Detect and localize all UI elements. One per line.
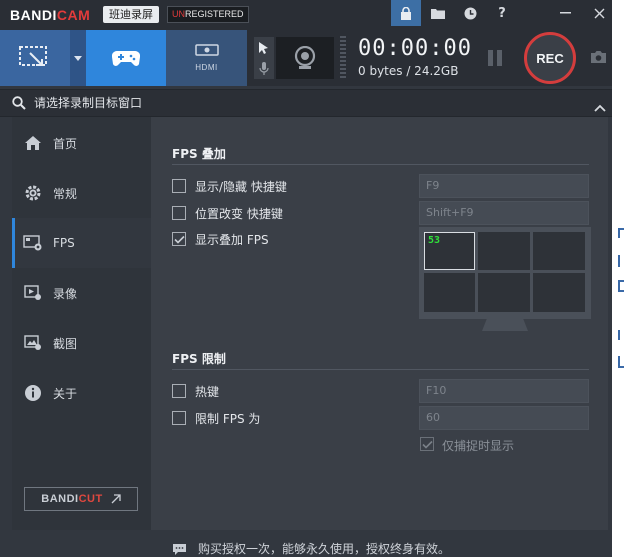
bandicut-button[interactable]: BANDI CUT: [24, 487, 138, 511]
mode-dropdown-button[interactable]: [70, 30, 86, 86]
position-hotkey-label: 位置改变 快捷键: [195, 207, 283, 221]
sidebar-item-general[interactable]: 常规: [12, 168, 151, 218]
monitor-stand: [482, 317, 528, 331]
chat-icon: [172, 541, 187, 560]
section-divider: [172, 164, 589, 165]
show-fps-checkbox[interactable]: [172, 232, 186, 246]
fps-position-bottom-center[interactable]: [478, 273, 530, 312]
toggle-hotkey-label: 显示/隐藏 快捷键: [195, 180, 287, 194]
limit-hotkey-field[interactable]: F10: [419, 379, 589, 403]
help-icon[interactable]: ?: [487, 0, 517, 26]
chevron-down-icon: [74, 55, 82, 61]
gamepad-icon: [112, 50, 140, 66]
background-window: [612, 0, 627, 557]
checkmark-icon: [421, 440, 433, 449]
search-icon: [12, 95, 26, 114]
microphone-button[interactable]: [254, 58, 274, 79]
background-text-fragment: [618, 280, 624, 292]
fps-counter: 53: [428, 235, 441, 246]
camera-icon: [591, 51, 606, 63]
section-divider: [172, 369, 589, 370]
sidebar-item-label: FPS: [53, 236, 75, 250]
hdmi-device-icon: [194, 44, 219, 56]
sidebar-item-fps[interactable]: FPS: [12, 218, 151, 268]
app-subtitle: 班迪录屏: [103, 6, 159, 23]
game-mode-button[interactable]: [86, 30, 166, 86]
position-hotkey-checkbox[interactable]: [172, 206, 186, 220]
checkmark-icon: [173, 235, 185, 244]
limit-fps-checkbox[interactable]: [172, 411, 186, 425]
chevron-up-icon[interactable]: [594, 97, 606, 116]
webcam-icon: [294, 46, 316, 69]
rec-button[interactable]: REC: [524, 32, 576, 84]
limit-fps-value-field[interactable]: 60: [419, 406, 589, 430]
sidebar-item-label: 首页: [53, 136, 78, 151]
fps-position-bottom-left[interactable]: [424, 273, 475, 312]
recording-timer: 00:00:00: [358, 36, 472, 61]
minimize-icon[interactable]: [550, 0, 580, 26]
sidebar-item-about[interactable]: 关于: [12, 368, 151, 418]
lock-icon[interactable]: [391, 0, 421, 26]
background-text-fragment: [618, 330, 624, 340]
gear-icon: [23, 183, 43, 203]
fps-position-bottom-right[interactable]: [533, 273, 585, 312]
registration-badge[interactable]: UNREGISTERED: [167, 6, 249, 23]
hdmi-label: HDMI: [195, 62, 218, 72]
background-text-fragment: [618, 356, 624, 368]
title-bar: [0, 0, 612, 30]
fps-position-top-left[interactable]: 53: [424, 232, 475, 270]
screenshot-button[interactable]: [590, 48, 607, 67]
webcam-button[interactable]: [276, 37, 334, 79]
fps-limit-title: FPS 限制: [172, 352, 226, 366]
rectangle-mode-button[interactable]: [0, 30, 70, 86]
capture-only-checkbox[interactable]: [420, 437, 434, 451]
pause-icon: [488, 50, 493, 66]
external-link-icon: [111, 494, 121, 504]
limit-hotkey-checkbox[interactable]: [172, 384, 186, 398]
target-window-label: 请选择录制目标窗口: [34, 96, 143, 110]
sidebar-item-label: 录像: [53, 286, 78, 301]
license-promo-text[interactable]: 购买授权一次，能够永久使用，授权终身有效。: [198, 540, 450, 557]
toolbar-divider: [340, 36, 346, 80]
hdmi-mode-button[interactable]: HDMI: [166, 30, 247, 86]
background-text-fragment: [618, 228, 624, 238]
limit-fps-label: 限制 FPS 为: [195, 412, 261, 426]
close-icon[interactable]: [584, 0, 614, 26]
info-icon: [23, 383, 43, 403]
sidebar-item-screenshot[interactable]: 截图: [12, 318, 151, 368]
capture-only-label: 仅捕捉时显示: [442, 439, 515, 453]
sidebar-item-label: 关于: [53, 386, 78, 401]
toggle-hotkey-field[interactable]: F9: [419, 174, 589, 198]
clock-icon[interactable]: [455, 0, 485, 26]
fps-position-top-right[interactable]: [533, 232, 585, 270]
pause-button[interactable]: [488, 50, 502, 66]
toggle-hotkey-checkbox[interactable]: [172, 179, 186, 193]
sidebar-item-label: 常规: [53, 186, 78, 201]
fps-overlay-title: FPS 叠加: [172, 147, 226, 161]
sidebar-item-video[interactable]: 录像: [12, 268, 151, 318]
video-icon: [23, 283, 43, 303]
fps-icon: [23, 233, 43, 253]
fps-position-top-center[interactable]: [478, 232, 530, 270]
cursor-effect-button[interactable]: [254, 37, 274, 58]
recording-size: 0 bytes / 24.2GB: [358, 64, 459, 78]
background-text-fragment: [618, 255, 624, 267]
app-brand: BANDICAM: [10, 7, 91, 23]
show-fps-label: 显示叠加 FPS: [195, 233, 269, 247]
cursor-icon: [259, 41, 268, 54]
position-hotkey-field[interactable]: Shift+F9: [419, 201, 589, 225]
limit-hotkey-label: 热键: [195, 385, 220, 399]
image-icon: [23, 333, 43, 353]
home-icon: [23, 133, 43, 153]
sidebar-item-home[interactable]: 首页: [12, 118, 151, 168]
microphone-icon: [259, 61, 269, 75]
sidebar-item-label: 截图: [53, 336, 78, 351]
folder-icon[interactable]: [423, 0, 453, 26]
rectangle-area-icon: [19, 46, 47, 66]
